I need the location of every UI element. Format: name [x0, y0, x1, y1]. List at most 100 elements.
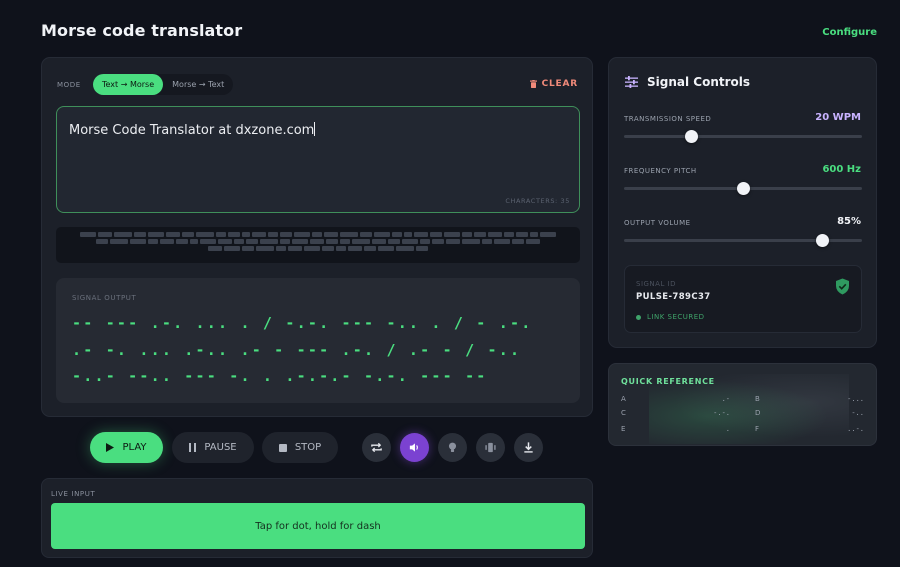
keyboard-key: [516, 232, 528, 237]
keyboard-key: [444, 232, 460, 237]
keyboard-key: [414, 232, 428, 237]
keyboard-key: [182, 232, 194, 237]
keyboard-key: [288, 246, 302, 251]
app-title: Morse code translator: [41, 21, 243, 40]
keyboard-key: [196, 232, 214, 237]
keyboard-key: [80, 232, 96, 237]
keyboard-key: [280, 239, 290, 244]
light-button[interactable]: [438, 433, 467, 462]
status-dot-icon: [636, 314, 641, 320]
play-button[interactable]: PLAY: [90, 432, 163, 463]
vibrate-icon: [485, 442, 496, 453]
keyboard-key: [416, 246, 428, 251]
sound-button[interactable]: [400, 433, 429, 462]
keyboard-key: [432, 239, 444, 244]
configure-link[interactable]: Configure: [822, 27, 877, 38]
keyboard-key: [364, 246, 376, 251]
keyboard-key: [216, 232, 226, 237]
keyboard-key: [252, 232, 266, 237]
text-input[interactable]: Morse Code Translator at dxzone.com CHAR…: [56, 106, 580, 213]
keyboard-row: [208, 246, 428, 251]
volume-slider[interactable]: [624, 234, 862, 247]
keyboard-key: [482, 239, 492, 244]
keyboard-key: [292, 239, 308, 244]
keyboard-key: [228, 232, 240, 237]
keyboard-key: [420, 239, 430, 244]
keyboard-key: [392, 232, 402, 237]
morse-output-line: -- --- .-. ... . / -.-. --- -.. . / - .-…: [72, 314, 533, 332]
pause-button[interactable]: PAUSE: [172, 432, 254, 463]
keyboard-key: [512, 239, 524, 244]
trash-icon: [529, 80, 537, 88]
keyboard-key: [504, 232, 514, 237]
keyboard-key: [494, 239, 510, 244]
keyboard-key: [166, 232, 180, 237]
mode-toggle: Text → Morse Morse → Text: [93, 74, 234, 95]
clear-label: CLEAR: [541, 79, 578, 89]
pause-label: PAUSE: [204, 442, 237, 453]
download-button[interactable]: [514, 433, 543, 462]
keyboard-key: [280, 232, 292, 237]
mode-label: MODE: [57, 81, 81, 89]
mode-morse-to-text-button[interactable]: Morse → Text: [163, 74, 233, 95]
character-count: CHARACTERS: 35: [505, 197, 570, 205]
signal-controls-title: Signal Controls: [625, 75, 750, 89]
translator-panel: MODE Text → Morse Morse → Text CLEAR Mor…: [41, 57, 593, 417]
keyboard-key: [208, 246, 222, 251]
keyboard-key: [312, 232, 322, 237]
stop-button[interactable]: STOP: [262, 432, 338, 463]
keyboard-key: [242, 232, 250, 237]
keyboard-key: [462, 239, 480, 244]
keyboard-key: [322, 246, 334, 251]
speed-slider[interactable]: [624, 130, 862, 143]
keyboard-key: [242, 246, 254, 251]
keyboard-key: [310, 239, 324, 244]
keyboard-key: [388, 239, 400, 244]
keyboard-key: [98, 232, 112, 237]
signal-controls-title-text: Signal Controls: [647, 75, 751, 89]
download-icon: [524, 442, 533, 453]
keyboard-key: [372, 239, 386, 244]
pitch-value: 600 Hz: [822, 164, 861, 175]
pitch-slider[interactable]: [624, 182, 862, 195]
keyboard-key: [326, 239, 338, 244]
volume-slider-thumb[interactable]: [815, 234, 829, 247]
stop-icon: [278, 443, 287, 452]
pitch-label: FREQUENCY PITCH: [624, 167, 697, 175]
keyboard-key: [304, 246, 320, 251]
reference-letter: C: [621, 409, 626, 417]
signal-id-value: PULSE-789C37: [636, 292, 711, 302]
keyboard-row: [80, 232, 556, 237]
keyboard-key: [246, 239, 258, 244]
keyboard-key: [176, 239, 188, 244]
keyboard-key: [218, 239, 232, 244]
keyboard-key: [110, 239, 128, 244]
loop-icon: [371, 442, 382, 453]
signal-controls-panel: Signal Controls TRANSMISSION SPEED 20 WP…: [608, 57, 877, 348]
keyboard-key: [200, 239, 216, 244]
keyboard-key: [340, 239, 350, 244]
speed-value: 20 WPM: [815, 112, 861, 123]
keyboard-key: [190, 239, 198, 244]
keyboard-key: [160, 239, 174, 244]
mode-text-to-morse-button[interactable]: Text → Morse: [93, 74, 164, 95]
signal-output: SIGNAL OUTPUT -- --- .-. ... . / -.-. --…: [56, 278, 580, 403]
keyboard-key: [462, 232, 472, 237]
reference-code: -...: [847, 395, 864, 403]
keyboard-key: [148, 239, 158, 244]
reference-code: .: [725, 425, 730, 433]
vibrate-button[interactable]: [476, 433, 505, 462]
loop-button[interactable]: [362, 433, 391, 462]
keyboard-key: [404, 232, 412, 237]
signal-id-label: SIGNAL ID: [636, 280, 677, 288]
keyboard-key: [130, 239, 146, 244]
tap-key-area[interactable]: Tap for dot, hold for dash: [51, 503, 585, 549]
reference-code: -..: [851, 409, 864, 417]
clear-button[interactable]: CLEAR: [529, 79, 578, 89]
keyboard-key: [396, 246, 414, 251]
keyboard-key: [294, 232, 310, 237]
speed-slider-thumb[interactable]: [684, 130, 698, 143]
pitch-slider-thumb[interactable]: [737, 182, 750, 195]
reference-letter: E: [621, 425, 626, 433]
keyboard-key: [540, 232, 556, 237]
